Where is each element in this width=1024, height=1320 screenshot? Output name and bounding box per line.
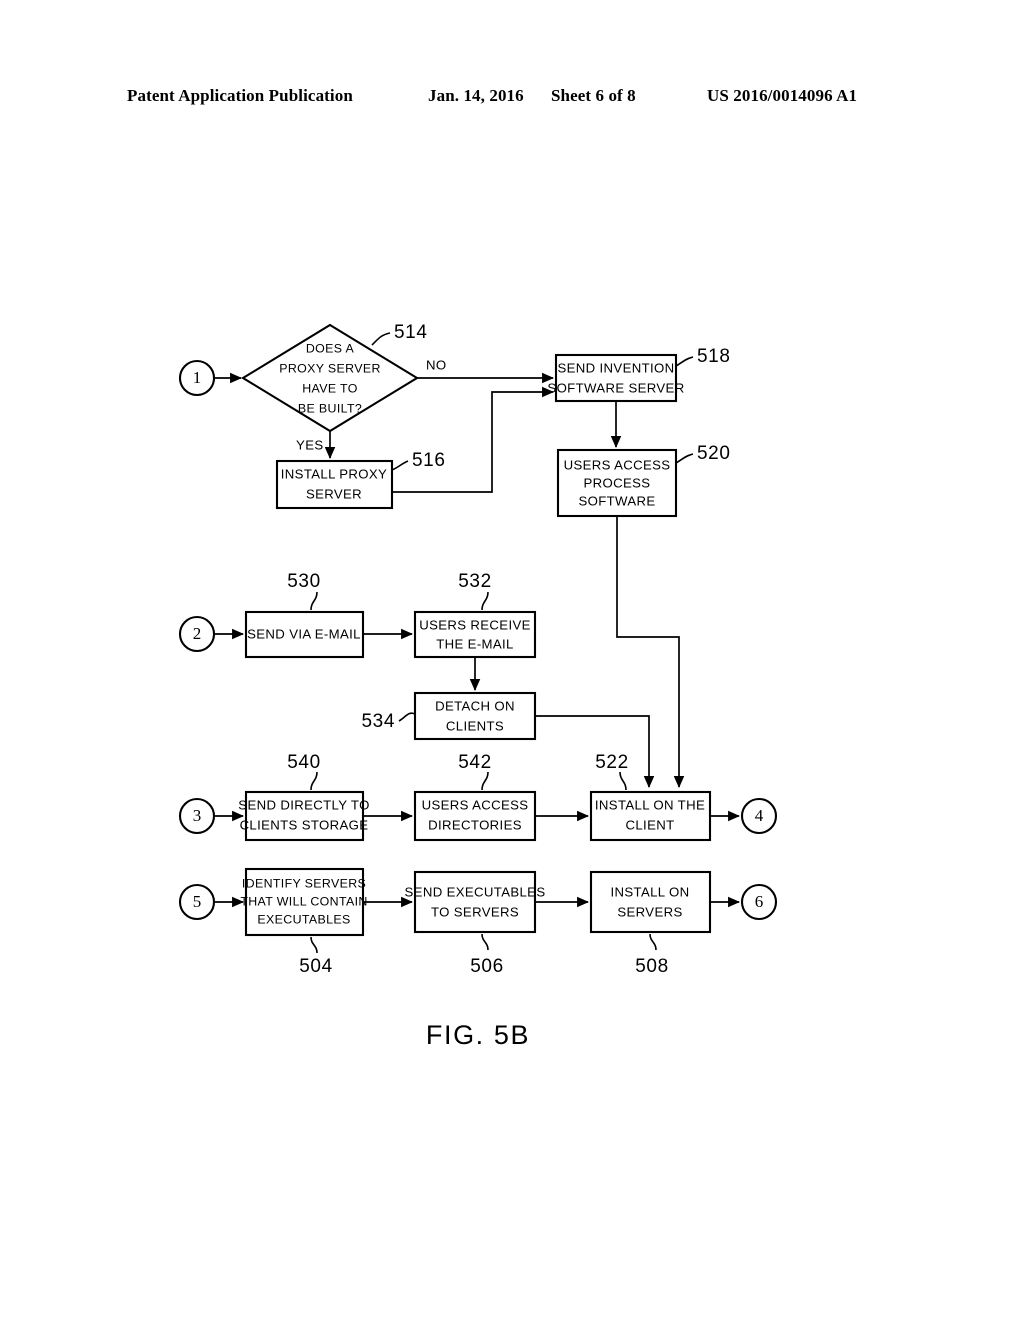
connector-circle-2-label: 2 xyxy=(193,624,202,643)
box-518-line-0: SEND INVENTION xyxy=(557,360,674,375)
box-516-line-0: INSTALL PROXY xyxy=(281,466,387,481)
figure-caption: FIG. 5B xyxy=(426,1020,530,1050)
decision-514-line-3: BE BUILT? xyxy=(298,401,362,415)
box-520: USERS ACCESS PROCESS SOFTWARE xyxy=(556,448,678,518)
box-534: DETACH ON CLIENTS xyxy=(413,691,537,741)
branch-label-yes: YES xyxy=(296,437,324,452)
leader-534 xyxy=(398,712,416,722)
ref-520: 520 xyxy=(697,443,731,464)
connector-circle-1-label: 1 xyxy=(193,368,202,387)
figure-5b: 1 DOES A PROXY SERVER HAVE TO BE BUILT? … xyxy=(0,0,1024,1320)
connector-circle-1: 1 xyxy=(178,359,216,397)
ref-516: 516 xyxy=(412,450,446,471)
leader-508 xyxy=(649,933,657,951)
box-542-line-1: DIRECTORIES xyxy=(428,817,522,832)
box-540: SEND DIRECTLY TO CLIENTS STORAGE xyxy=(238,790,369,842)
box-540-line-0: SEND DIRECTLY TO xyxy=(238,797,369,812)
box-506: SEND EXECUTABLES TO SERVERS xyxy=(405,870,546,934)
box-530: SEND VIA E-MAIL xyxy=(244,610,365,659)
ref-522: 522 xyxy=(595,752,629,773)
decision-514: DOES A PROXY SERVER HAVE TO BE BUILT? xyxy=(240,323,420,433)
box-504-line-1: THAT WILL CONTAIN xyxy=(240,894,367,908)
flowchart-svg: 1 DOES A PROXY SERVER HAVE TO BE BUILT? … xyxy=(178,322,778,1050)
box-508-line-0: INSTALL ON xyxy=(611,884,690,899)
box-516-line-1: SERVER xyxy=(306,486,362,501)
ref-514: 514 xyxy=(394,322,428,343)
connector-circle-6-label: 6 xyxy=(755,892,764,911)
box-522-line-0: INSTALL ON THE xyxy=(595,797,705,812)
connector-circle-6: 6 xyxy=(740,883,778,921)
ref-506: 506 xyxy=(470,956,504,977)
ref-540: 540 xyxy=(287,752,321,773)
box-520-line-2: SOFTWARE xyxy=(578,493,655,508)
leader-540 xyxy=(310,771,318,791)
edge-520-to-522 xyxy=(616,516,685,788)
box-534-line-1: CLIENTS xyxy=(446,718,504,733)
connector-circle-2: 2 xyxy=(178,615,216,653)
connector-circle-4-label: 4 xyxy=(755,806,764,825)
ref-534: 534 xyxy=(361,711,395,732)
ref-530: 530 xyxy=(287,571,321,592)
box-504: IDENTIFY SERVERS THAT WILL CONTAIN EXECU… xyxy=(240,867,367,937)
box-530-line-0: SEND VIA E-MAIL xyxy=(247,626,361,641)
leader-530 xyxy=(310,591,318,611)
ref-532: 532 xyxy=(458,571,492,592)
leader-520 xyxy=(675,453,694,464)
decision-514-line-0: DOES A xyxy=(306,341,355,355)
ref-542: 542 xyxy=(458,752,492,773)
leader-506 xyxy=(481,933,489,951)
leader-542 xyxy=(481,771,489,791)
box-518-line-1: SOFTWARE SERVER xyxy=(547,380,684,395)
box-534-line-0: DETACH ON xyxy=(435,698,515,713)
box-540-line-1: CLIENTS STORAGE xyxy=(240,817,369,832)
box-532: USERS RECEIVE THE E-MAIL xyxy=(413,610,537,659)
connector-circle-5: 5 xyxy=(178,883,216,921)
ref-508: 508 xyxy=(635,956,669,977)
box-518: SEND INVENTION SOFTWARE SERVER xyxy=(547,353,684,403)
box-516: INSTALL PROXY SERVER xyxy=(275,459,394,510)
box-520-line-0: USERS ACCESS xyxy=(564,457,671,472)
box-506-line-1: TO SERVERS xyxy=(431,904,519,919)
leader-514 xyxy=(371,332,391,346)
box-542-line-0: USERS ACCESS xyxy=(422,797,529,812)
box-508: INSTALL ON SERVERS xyxy=(589,870,712,934)
box-522: INSTALL ON THE CLIENT xyxy=(589,790,712,842)
box-508-line-1: SERVERS xyxy=(617,904,682,919)
leader-532 xyxy=(481,591,489,611)
leader-518 xyxy=(675,356,694,367)
decision-514-line-2: HAVE TO xyxy=(302,381,357,395)
connector-circle-5-label: 5 xyxy=(193,892,202,911)
box-504-line-0: IDENTIFY SERVERS xyxy=(242,876,366,890)
leader-504 xyxy=(310,936,318,954)
box-520-line-1: PROCESS xyxy=(584,475,651,490)
box-532-line-0: USERS RECEIVE xyxy=(419,617,531,632)
leader-522 xyxy=(619,771,627,791)
edge-534-to-522 xyxy=(535,715,655,788)
box-504-line-2: EXECUTABLES xyxy=(257,912,350,926)
branch-label-no: NO xyxy=(426,357,447,372)
connector-circle-3: 3 xyxy=(178,797,216,835)
box-542: USERS ACCESS DIRECTORIES xyxy=(413,790,537,842)
ref-504: 504 xyxy=(299,956,333,977)
edge-516-to-518 xyxy=(392,386,554,493)
box-506-line-0: SEND EXECUTABLES xyxy=(405,884,546,899)
box-522-line-1: CLIENT xyxy=(626,817,675,832)
leader-516 xyxy=(391,460,409,471)
ref-518: 518 xyxy=(697,346,731,367)
box-532-line-1: THE E-MAIL xyxy=(436,636,514,651)
decision-514-line-1: PROXY SERVER xyxy=(279,361,381,375)
connector-circle-4: 4 xyxy=(740,797,778,835)
connector-circle-3-label: 3 xyxy=(193,806,202,825)
